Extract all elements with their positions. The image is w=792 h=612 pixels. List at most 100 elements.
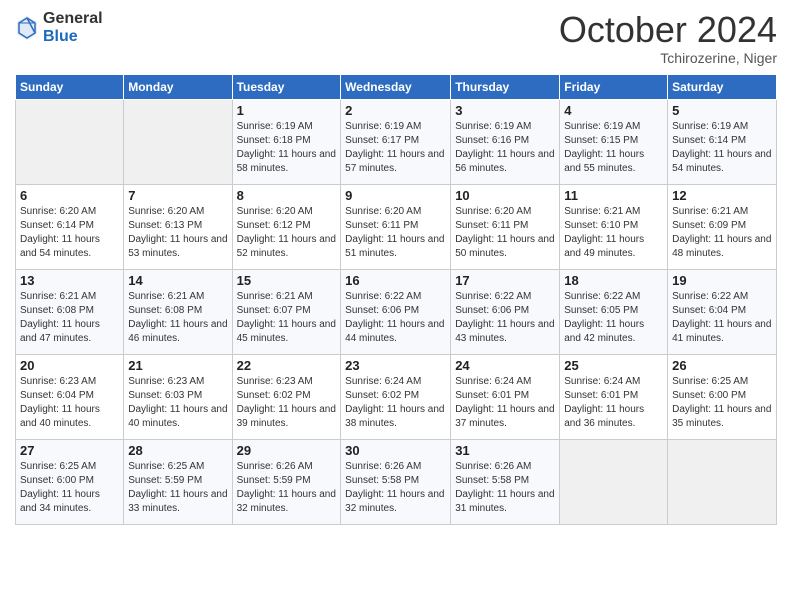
week-row-1: 1 Sunrise: 6:19 AMSunset: 6:18 PMDaylight… — [16, 99, 777, 184]
day-detail: Sunrise: 6:22 AMSunset: 6:04 PMDaylight:… — [672, 290, 772, 346]
day-number: 24 — [455, 358, 555, 373]
calendar-cell: 4 Sunrise: 6:19 AMSunset: 6:15 PMDaylight… — [560, 99, 668, 184]
month-title: October 2024 — [559, 10, 777, 50]
calendar-cell: 3 Sunrise: 6:19 AMSunset: 6:16 PMDaylight… — [451, 99, 560, 184]
calendar-cell — [668, 439, 777, 524]
day-detail: Sunrise: 6:25 AMSunset: 6:00 PMDaylight:… — [20, 460, 119, 516]
calendar-cell — [560, 439, 668, 524]
day-detail: Sunrise: 6:24 AMSunset: 6:01 PMDaylight:… — [455, 375, 555, 431]
day-detail: Sunrise: 6:23 AMSunset: 6:03 PMDaylight:… — [128, 375, 227, 431]
day-number: 15 — [237, 273, 337, 288]
day-detail: Sunrise: 6:19 AMSunset: 6:16 PMDaylight:… — [455, 120, 555, 176]
day-detail: Sunrise: 6:19 AMSunset: 6:15 PMDaylight:… — [564, 120, 663, 176]
day-number: 9 — [345, 188, 446, 203]
day-number: 28 — [128, 443, 227, 458]
calendar-cell: 8 Sunrise: 6:20 AMSunset: 6:12 PMDaylight… — [232, 184, 341, 269]
week-row-4: 20 Sunrise: 6:23 AMSunset: 6:04 PMDayligh… — [16, 354, 777, 439]
day-detail: Sunrise: 6:20 AMSunset: 6:13 PMDaylight:… — [128, 205, 227, 261]
day-number: 18 — [564, 273, 663, 288]
day-detail: Sunrise: 6:22 AMSunset: 6:06 PMDaylight:… — [345, 290, 446, 346]
weekday-header-thursday: Thursday — [451, 74, 560, 99]
calendar-cell — [124, 99, 232, 184]
day-detail: Sunrise: 6:26 AMSunset: 5:58 PMDaylight:… — [455, 460, 555, 516]
calendar-cell: 6 Sunrise: 6:20 AMSunset: 6:14 PMDaylight… — [16, 184, 124, 269]
day-detail: Sunrise: 6:19 AMSunset: 6:18 PMDaylight:… — [237, 120, 337, 176]
calendar-cell: 15 Sunrise: 6:21 AMSunset: 6:07 PMDayligh… — [232, 269, 341, 354]
day-number: 20 — [20, 358, 119, 373]
day-number: 1 — [237, 103, 337, 118]
day-detail: Sunrise: 6:22 AMSunset: 6:06 PMDaylight:… — [455, 290, 555, 346]
calendar-cell: 26Sunrise: 6:25 AMSunset: 6:00 PMDayligh… — [668, 354, 777, 439]
calendar-cell: 2 Sunrise: 6:19 AMSunset: 6:17 PMDaylight… — [341, 99, 451, 184]
weekday-header-saturday: Saturday — [668, 74, 777, 99]
day-detail: Sunrise: 6:26 AMSunset: 5:58 PMDaylight:… — [345, 460, 446, 516]
calendar-cell: 18Sunrise: 6:22 AMSunset: 6:05 PMDayligh… — [560, 269, 668, 354]
calendar-cell: 22 Sunrise: 6:23 AMSunset: 6:02 PMDayligh… — [232, 354, 341, 439]
day-detail: Sunrise: 6:21 AMSunset: 6:08 PMDaylight:… — [20, 290, 119, 346]
day-number: 26 — [672, 358, 772, 373]
calendar-cell: 19 Sunrise: 6:22 AMSunset: 6:04 PMDayligh… — [668, 269, 777, 354]
logo: General Blue — [15, 10, 103, 45]
calendar-cell: 9 Sunrise: 6:20 AMSunset: 6:11 PMDaylight… — [341, 184, 451, 269]
logo-icon — [15, 14, 39, 42]
calendar-cell: 12Sunrise: 6:21 AMSunset: 6:09 PMDayligh… — [668, 184, 777, 269]
header: General Blue October 2024 Tchirozerine, … — [15, 10, 777, 66]
day-number: 23 — [345, 358, 446, 373]
calendar-cell: 14Sunrise: 6:21 AMSunset: 6:08 PMDayligh… — [124, 269, 232, 354]
day-number: 21 — [128, 358, 227, 373]
calendar: SundayMondayTuesdayWednesdayThursdayFrid… — [15, 74, 777, 525]
calendar-cell: 24 Sunrise: 6:24 AMSunset: 6:01 PMDayligh… — [451, 354, 560, 439]
day-detail: Sunrise: 6:21 AMSunset: 6:07 PMDaylight:… — [237, 290, 337, 346]
day-number: 30 — [345, 443, 446, 458]
day-number: 31 — [455, 443, 555, 458]
calendar-cell: 21 Sunrise: 6:23 AMSunset: 6:03 PMDayligh… — [124, 354, 232, 439]
day-number: 12 — [672, 188, 772, 203]
calendar-cell: 17 Sunrise: 6:22 AMSunset: 6:06 PMDayligh… — [451, 269, 560, 354]
calendar-cell: 23 Sunrise: 6:24 AMSunset: 6:02 PMDayligh… — [341, 354, 451, 439]
week-row-3: 13 Sunrise: 6:21 AMSunset: 6:08 PMDayligh… — [16, 269, 777, 354]
day-detail: Sunrise: 6:24 AMSunset: 6:02 PMDaylight:… — [345, 375, 446, 431]
day-detail: Sunrise: 6:21 AMSunset: 6:08 PMDaylight:… — [128, 290, 227, 346]
day-number: 7 — [128, 188, 227, 203]
calendar-cell: 5 Sunrise: 6:19 AMSunset: 6:14 PMDaylight… — [668, 99, 777, 184]
day-detail: Sunrise: 6:24 AMSunset: 6:01 PMDaylight:… — [564, 375, 663, 431]
calendar-cell: 7 Sunrise: 6:20 AMSunset: 6:13 PMDaylight… — [124, 184, 232, 269]
day-detail: Sunrise: 6:20 AMSunset: 6:12 PMDaylight:… — [237, 205, 337, 261]
calendar-cell: 25 Sunrise: 6:24 AMSunset: 6:01 PMDayligh… — [560, 354, 668, 439]
day-number: 11 — [564, 188, 663, 203]
weekday-header-wednesday: Wednesday — [341, 74, 451, 99]
day-number: 13 — [20, 273, 119, 288]
day-detail: Sunrise: 6:20 AMSunset: 6:11 PMDaylight:… — [345, 205, 446, 261]
calendar-cell: 30 Sunrise: 6:26 AMSunset: 5:58 PMDayligh… — [341, 439, 451, 524]
day-number: 19 — [672, 273, 772, 288]
calendar-cell: 29Sunrise: 6:26 AMSunset: 5:59 PMDayligh… — [232, 439, 341, 524]
day-detail: Sunrise: 6:23 AMSunset: 6:04 PMDaylight:… — [20, 375, 119, 431]
day-number: 25 — [564, 358, 663, 373]
day-number: 4 — [564, 103, 663, 118]
calendar-cell: 31 Sunrise: 6:26 AMSunset: 5:58 PMDayligh… — [451, 439, 560, 524]
location: Tchirozerine, Niger — [559, 50, 777, 66]
calendar-cell: 16 Sunrise: 6:22 AMSunset: 6:06 PMDayligh… — [341, 269, 451, 354]
calendar-cell: 27Sunrise: 6:25 AMSunset: 6:00 PMDayligh… — [16, 439, 124, 524]
day-detail: Sunrise: 6:19 AMSunset: 6:14 PMDaylight:… — [672, 120, 772, 176]
logo-text: General Blue — [43, 10, 103, 45]
day-number: 5 — [672, 103, 772, 118]
day-number: 16 — [345, 273, 446, 288]
weekday-header-row: SundayMondayTuesdayWednesdayThursdayFrid… — [16, 74, 777, 99]
day-detail: Sunrise: 6:23 AMSunset: 6:02 PMDaylight:… — [237, 375, 337, 431]
calendar-cell: 28Sunrise: 6:25 AMSunset: 5:59 PMDayligh… — [124, 439, 232, 524]
day-detail: Sunrise: 6:19 AMSunset: 6:17 PMDaylight:… — [345, 120, 446, 176]
day-detail: Sunrise: 6:20 AMSunset: 6:11 PMDaylight:… — [455, 205, 555, 261]
day-number: 22 — [237, 358, 337, 373]
calendar-cell: 1 Sunrise: 6:19 AMSunset: 6:18 PMDaylight… — [232, 99, 341, 184]
day-detail: Sunrise: 6:20 AMSunset: 6:14 PMDaylight:… — [20, 205, 119, 261]
title-section: October 2024 Tchirozerine, Niger — [559, 10, 777, 66]
weekday-header-friday: Friday — [560, 74, 668, 99]
day-number: 6 — [20, 188, 119, 203]
day-number: 17 — [455, 273, 555, 288]
day-number: 29 — [237, 443, 337, 458]
day-number: 8 — [237, 188, 337, 203]
day-detail: Sunrise: 6:21 AMSunset: 6:10 PMDaylight:… — [564, 205, 663, 261]
day-number: 3 — [455, 103, 555, 118]
day-number: 2 — [345, 103, 446, 118]
